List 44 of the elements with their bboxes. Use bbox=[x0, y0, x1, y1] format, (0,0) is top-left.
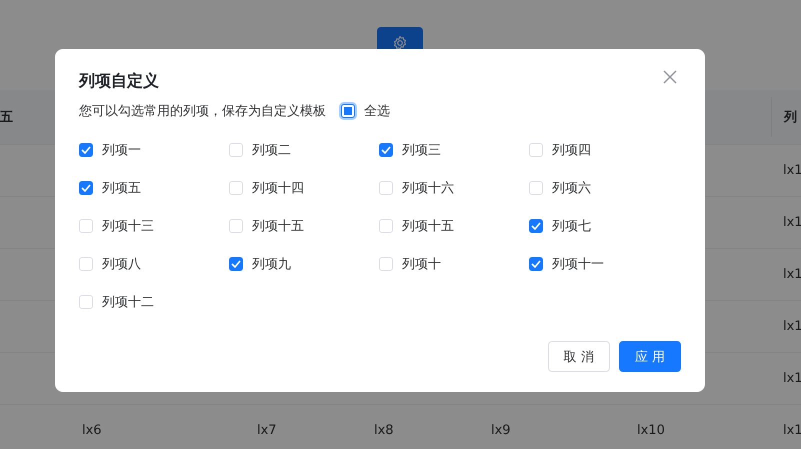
checkbox-label: 列项八 bbox=[102, 256, 141, 273]
apply-button[interactable]: 应 用 bbox=[618, 341, 681, 372]
checkbox[interactable] bbox=[229, 257, 243, 271]
table-cell: lx1 bbox=[783, 163, 801, 178]
table-cell: lx6 bbox=[82, 423, 102, 438]
checkbox[interactable] bbox=[79, 143, 93, 157]
checkbox-label: 列项十 bbox=[402, 256, 441, 273]
table-cell: lx1 bbox=[783, 423, 801, 438]
table-cell: lx1 bbox=[783, 215, 801, 230]
table-cell: lx8 bbox=[374, 423, 394, 438]
checkbox-label: 列项十二 bbox=[102, 294, 154, 311]
select-all-checkbox[interactable] bbox=[341, 104, 355, 118]
column-header: 五 bbox=[0, 110, 13, 125]
table-cell: lx9 bbox=[491, 423, 511, 438]
checkbox-label: 列项六 bbox=[552, 180, 591, 197]
checkbox-label: 列项十六 bbox=[402, 180, 454, 197]
checkbox[interactable] bbox=[529, 219, 543, 233]
checkbox[interactable] bbox=[529, 257, 543, 271]
checkbox-label: 全选 bbox=[364, 103, 390, 120]
checkbox-label: 列项十四 bbox=[252, 180, 304, 197]
checkbox-label: 列项十五 bbox=[252, 218, 304, 235]
table-cell: lx7 bbox=[257, 423, 277, 438]
table-cell: lx1 bbox=[783, 371, 801, 386]
checkbox[interactable] bbox=[379, 143, 393, 157]
checkbox-label: 列项七 bbox=[552, 218, 591, 235]
close-button[interactable] bbox=[662, 69, 678, 85]
checkbox-label: 列项四 bbox=[552, 142, 591, 159]
checkbox[interactable] bbox=[79, 181, 93, 195]
checkbox-label: 列项一 bbox=[102, 142, 141, 159]
checkbox-label: 列项五 bbox=[102, 180, 141, 197]
description-text: 您可以勾选常用的列项，保存为自定义模板 bbox=[79, 103, 326, 120]
checkbox-label: 列项二 bbox=[252, 142, 291, 159]
cancel-button[interactable]: 取 消 bbox=[548, 341, 610, 372]
checkbox-label: 列项十五 bbox=[402, 218, 454, 235]
table-cell: lx1 bbox=[783, 267, 801, 282]
checkbox-label: 列项三 bbox=[402, 142, 441, 159]
close-icon bbox=[663, 70, 677, 84]
checkbox-label: 列项十一 bbox=[552, 256, 604, 273]
checkbox-label: 列项十三 bbox=[102, 218, 154, 235]
dialog-title: 列项自定义 bbox=[79, 70, 159, 92]
column-header: 列 bbox=[784, 109, 797, 126]
table-cell: lx10 bbox=[637, 423, 665, 438]
checkbox-label: 列项九 bbox=[252, 256, 291, 273]
table-cell: lx1 bbox=[783, 319, 801, 334]
